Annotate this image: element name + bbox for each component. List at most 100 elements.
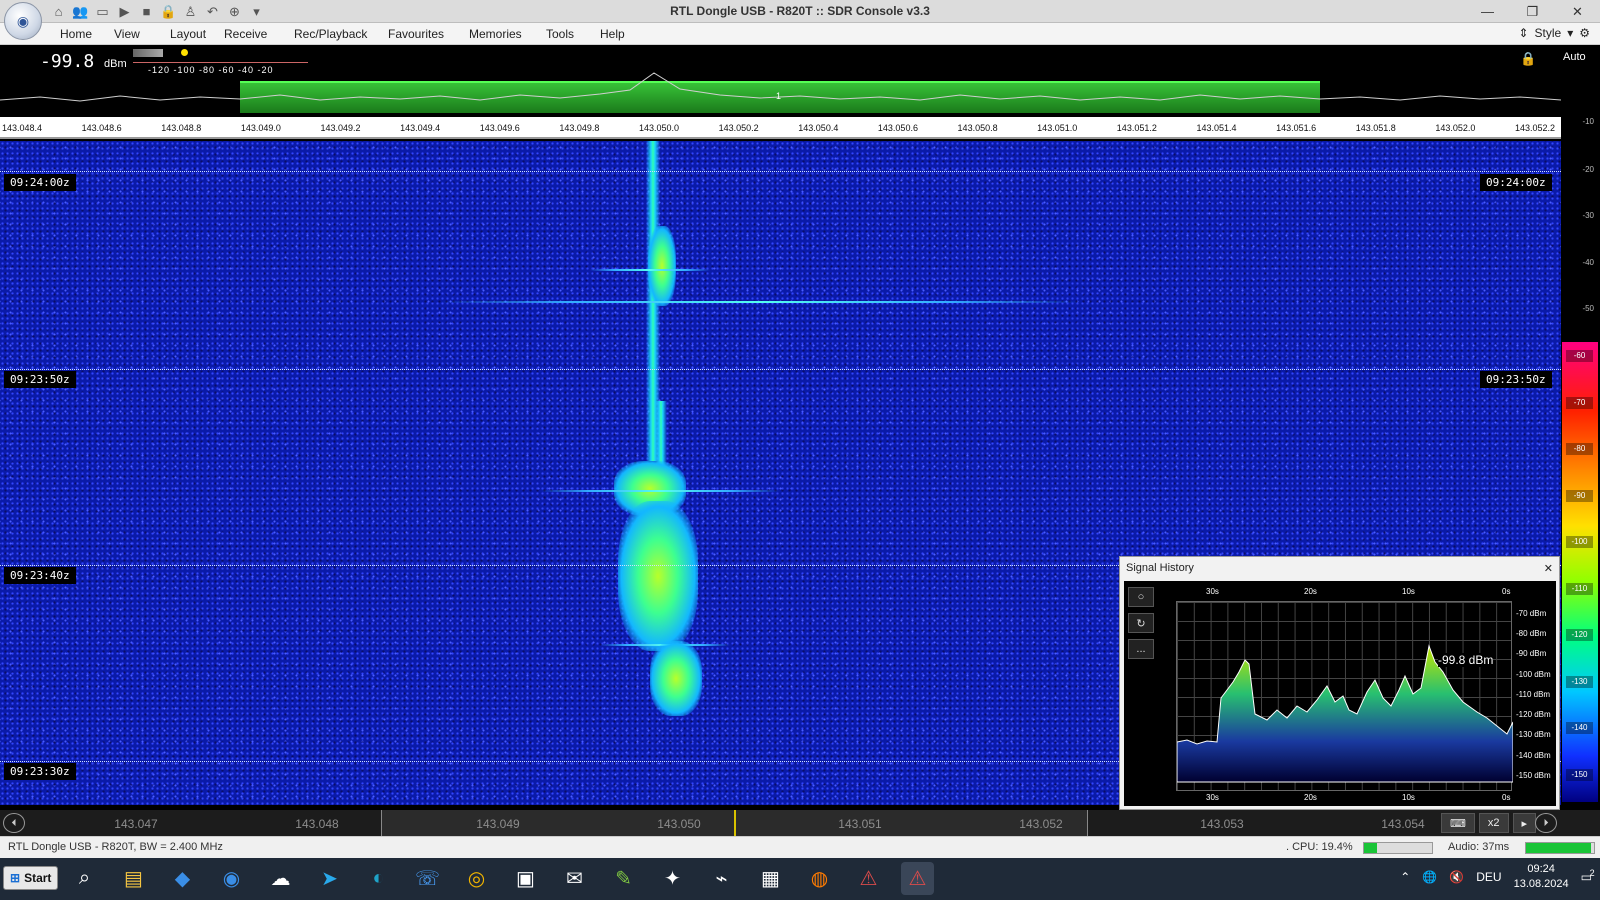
status-bar: RTL Dongle USB - R820T, BW = 2.400 MHz .…	[0, 836, 1600, 858]
chat-icon[interactable]: ✉	[558, 862, 591, 895]
menu-favourites[interactable]: Favourites	[388, 27, 444, 41]
close-button[interactable]: ✕	[1555, 0, 1600, 23]
audio-status: Audio: 37ms	[1448, 841, 1510, 853]
title-bar: ⌂ 👥 ▭ ▶ ■ 🔒 ♙ ↶ ⊕ ▾ RTL Dongle USB - R82…	[0, 0, 1600, 23]
db-color-tick: -90	[1566, 489, 1593, 502]
sdr-active-icon[interactable]: ⚠	[901, 862, 934, 895]
frequency-tick: 143.050.0	[639, 123, 680, 133]
menu-memories[interactable]: Memories	[469, 27, 522, 41]
style-menu[interactable]: Style	[1535, 26, 1562, 40]
menu-tools[interactable]: Tools	[546, 27, 574, 41]
antenna-icon[interactable]: ⌁	[705, 862, 738, 895]
db-label: -150 dBm	[1516, 771, 1551, 780]
db-color-tick: -100	[1566, 536, 1593, 548]
lock-icon[interactable]: 🔒	[1520, 51, 1536, 67]
signal-history-title: Signal History	[1126, 562, 1194, 574]
time-label: 0s	[1502, 793, 1511, 802]
arrows-icon[interactable]: ⇕	[1518, 26, 1528, 40]
taskbar: ⊞ Start ⌕ ▤ ◆ ◉ ☁ ➤ ◐ ☏ ◎ ▣ ✉ ✎ ✦ ⌁ ▦ ◍ ⚠ ⚠ ⌃ 🌐 🔇 DEU 09:…	[0, 858, 1600, 900]
db-tick: -30	[1582, 211, 1594, 220]
spectrum-display[interactable]: -99.8 dBm -120 -100 -80 -60 -40 -20 1 🔒	[0, 45, 1561, 117]
audio-meter	[1525, 842, 1595, 854]
search-icon[interactable]: ⌕	[68, 862, 101, 895]
language-indicator[interactable]: DEU	[1476, 870, 1501, 884]
weather-icon[interactable]: ☁	[264, 862, 297, 895]
db-color-tick: -120	[1566, 629, 1593, 641]
bottom-frequency-label: 143.053	[1200, 817, 1244, 831]
phone-icon[interactable]: ☏	[411, 862, 444, 895]
chevron-down-icon[interactable]: ▾	[1567, 26, 1573, 40]
speaker-muted-icon[interactable]: 🔇	[1449, 870, 1464, 884]
frequency-tick: 143.048.4	[1, 123, 43, 133]
close-icon[interactable]: ✕	[1544, 562, 1553, 575]
more-button[interactable]: ...	[1128, 639, 1154, 659]
time-label: 09:24:00z	[4, 174, 76, 191]
db-label: -130 dBm	[1516, 730, 1551, 739]
chevron-right-icon[interactable]: ▸	[1512, 813, 1537, 833]
chevron-up-icon[interactable]: ⌃	[1400, 870, 1410, 884]
db-label: -110 dBm	[1516, 690, 1551, 699]
settings-icon[interactable]: ⚙	[1579, 26, 1590, 40]
notification-icon[interactable]: ▭ 2	[1581, 868, 1595, 884]
frequency-tick: 143.051.0	[1037, 123, 1078, 133]
db-label: -140 dBm	[1516, 751, 1551, 760]
clock[interactable]: 09:24 13.08.2024	[1514, 862, 1569, 892]
menu-bar: Home View Layout Receive Rec/Playback Favouri…	[0, 23, 1600, 45]
edge-icon[interactable]: ◐	[362, 862, 395, 895]
signal-burst	[650, 641, 702, 716]
app-icon[interactable]: ▦	[754, 862, 787, 895]
bottom-frequency-scale[interactable]: ⏴ ⌨ x2 ▸ ⏵ 143.047 143.048 143.049 143.050 1…	[0, 810, 1600, 836]
auto-button[interactable]: Auto	[1563, 51, 1586, 63]
frequency-tick: 143.052.0	[1435, 123, 1476, 133]
db-color-tick: -60	[1566, 350, 1593, 362]
menu-layout[interactable]: Layout	[170, 27, 206, 41]
notepad-icon[interactable]: ✎	[607, 862, 640, 895]
frequency-scale[interactable]: 143.048.4 143.048.6 143.048.8 143.049.0 143.…	[0, 117, 1561, 139]
maximize-button[interactable]: ❐	[1510, 0, 1555, 23]
bottom-frequency-label: 143.051	[838, 817, 882, 831]
menu-help[interactable]: Help	[600, 27, 625, 41]
chrome-icon[interactable]: ◎	[460, 862, 493, 895]
menu-home[interactable]: Home	[60, 27, 92, 41]
menu-receive[interactable]: Receive	[224, 27, 267, 41]
bottom-frequency-label: 143.050	[657, 817, 701, 831]
explorer-icon[interactable]: ▤	[117, 862, 150, 895]
firefox-icon[interactable]: ◍	[803, 862, 836, 895]
frequency-tick: 143.050.6	[877, 123, 918, 133]
telegram-icon[interactable]: ➤	[313, 862, 346, 895]
db-tick: -10	[1582, 117, 1594, 126]
scroll-right-icon[interactable]: ⏵	[1535, 813, 1557, 833]
db-label: -100 dBm	[1516, 670, 1551, 679]
record-button[interactable]: ○	[1128, 587, 1154, 607]
cpu-meter	[1363, 842, 1433, 854]
time-label: 10s	[1402, 793, 1415, 802]
scroll-left-icon[interactable]: ⏴	[3, 813, 25, 833]
time-label: 30s	[1206, 587, 1219, 596]
time-label: 30s	[1206, 793, 1219, 802]
start-button[interactable]: ⊞ Start	[3, 866, 59, 890]
zoom-select[interactable]: x2	[1478, 813, 1509, 833]
reset-button[interactable]: ↻	[1128, 613, 1154, 633]
signal-spur	[440, 301, 1080, 303]
channel-marker: 1	[776, 91, 782, 101]
keyboard-icon[interactable]: ⌨	[1441, 813, 1475, 833]
bottom-frequency-label: 143.047	[114, 817, 158, 831]
vs-code-icon[interactable]: ◆	[166, 862, 199, 895]
menu-rec-playback[interactable]: Rec/Playback	[294, 27, 367, 41]
device-status: RTL Dongle USB - R820T, BW = 2.400 MHz	[8, 841, 223, 853]
clock-time: 09:24	[1527, 863, 1555, 875]
spectrum-trace	[0, 72, 1561, 102]
network-icon[interactable]: 🌐	[1422, 870, 1437, 884]
color-scale[interactable]: -60 -70 -80 -90 -100 -110 -120 -130 -140 -150	[1562, 342, 1598, 802]
frequency-tick: 143.049.2	[320, 123, 361, 133]
compass-icon[interactable]: ✦	[656, 862, 689, 895]
browser-icon[interactable]: ◉	[215, 862, 248, 895]
remote-icon[interactable]: ▣	[509, 862, 542, 895]
sdr-icon[interactable]: ⚠	[852, 862, 885, 895]
menu-view[interactable]: View	[114, 27, 140, 41]
bottom-frequency-label: 143.049	[476, 817, 520, 831]
app-menu-button[interactable]: ◉	[4, 2, 42, 40]
minimize-button[interactable]: —	[1465, 0, 1510, 23]
signal-burst	[618, 501, 698, 651]
time-label: 20s	[1304, 587, 1317, 596]
